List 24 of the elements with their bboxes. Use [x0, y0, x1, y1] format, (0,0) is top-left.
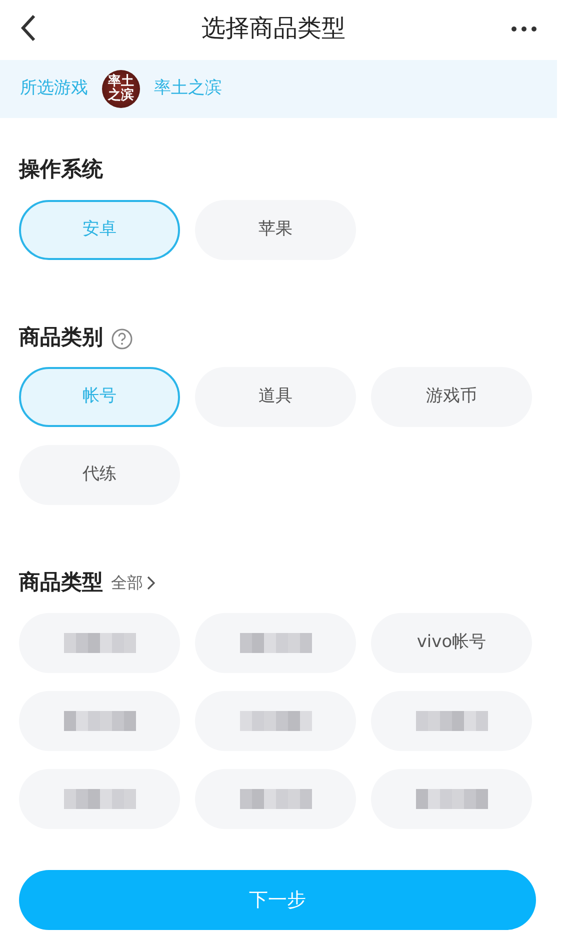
back-button[interactable] [20, 14, 36, 42]
chevron-right-icon [147, 576, 155, 590]
pixelated-text-drawing [64, 708, 136, 732]
section-title: 商品类型 [19, 569, 103, 596]
option-chip[interactable]: 游戏币 [371, 367, 532, 427]
pixelated-text-drawing [64, 786, 136, 810]
view-all-link[interactable]: 全部 [111, 570, 155, 595]
section-title: 商品类别 [19, 324, 103, 350]
more-dots-icon [511, 26, 537, 32]
pixelated-text-drawing [240, 786, 312, 810]
pixelated-text-drawing [240, 708, 312, 732]
game-label: 所选游戏 [20, 77, 88, 100]
help-icon[interactable] [111, 326, 133, 348]
pixelated-text-drawing [416, 708, 488, 732]
option-chip[interactable]: 代练 [19, 445, 180, 505]
pixelated-text-drawing [240, 630, 312, 654]
option-chip[interactable]: vivo帐号 [371, 612, 532, 672]
pixelated-text-drawing [416, 786, 488, 810]
pixelated-text-drawing [64, 630, 136, 654]
option-chip[interactable]: 苹果 [195, 200, 356, 260]
section-title: 操作系统 [19, 156, 103, 183]
game-logo: 率土 之滨 [102, 70, 140, 108]
option-chip[interactable]: 道具 [195, 367, 356, 427]
page-title: 选择商品类型 [202, 13, 346, 44]
